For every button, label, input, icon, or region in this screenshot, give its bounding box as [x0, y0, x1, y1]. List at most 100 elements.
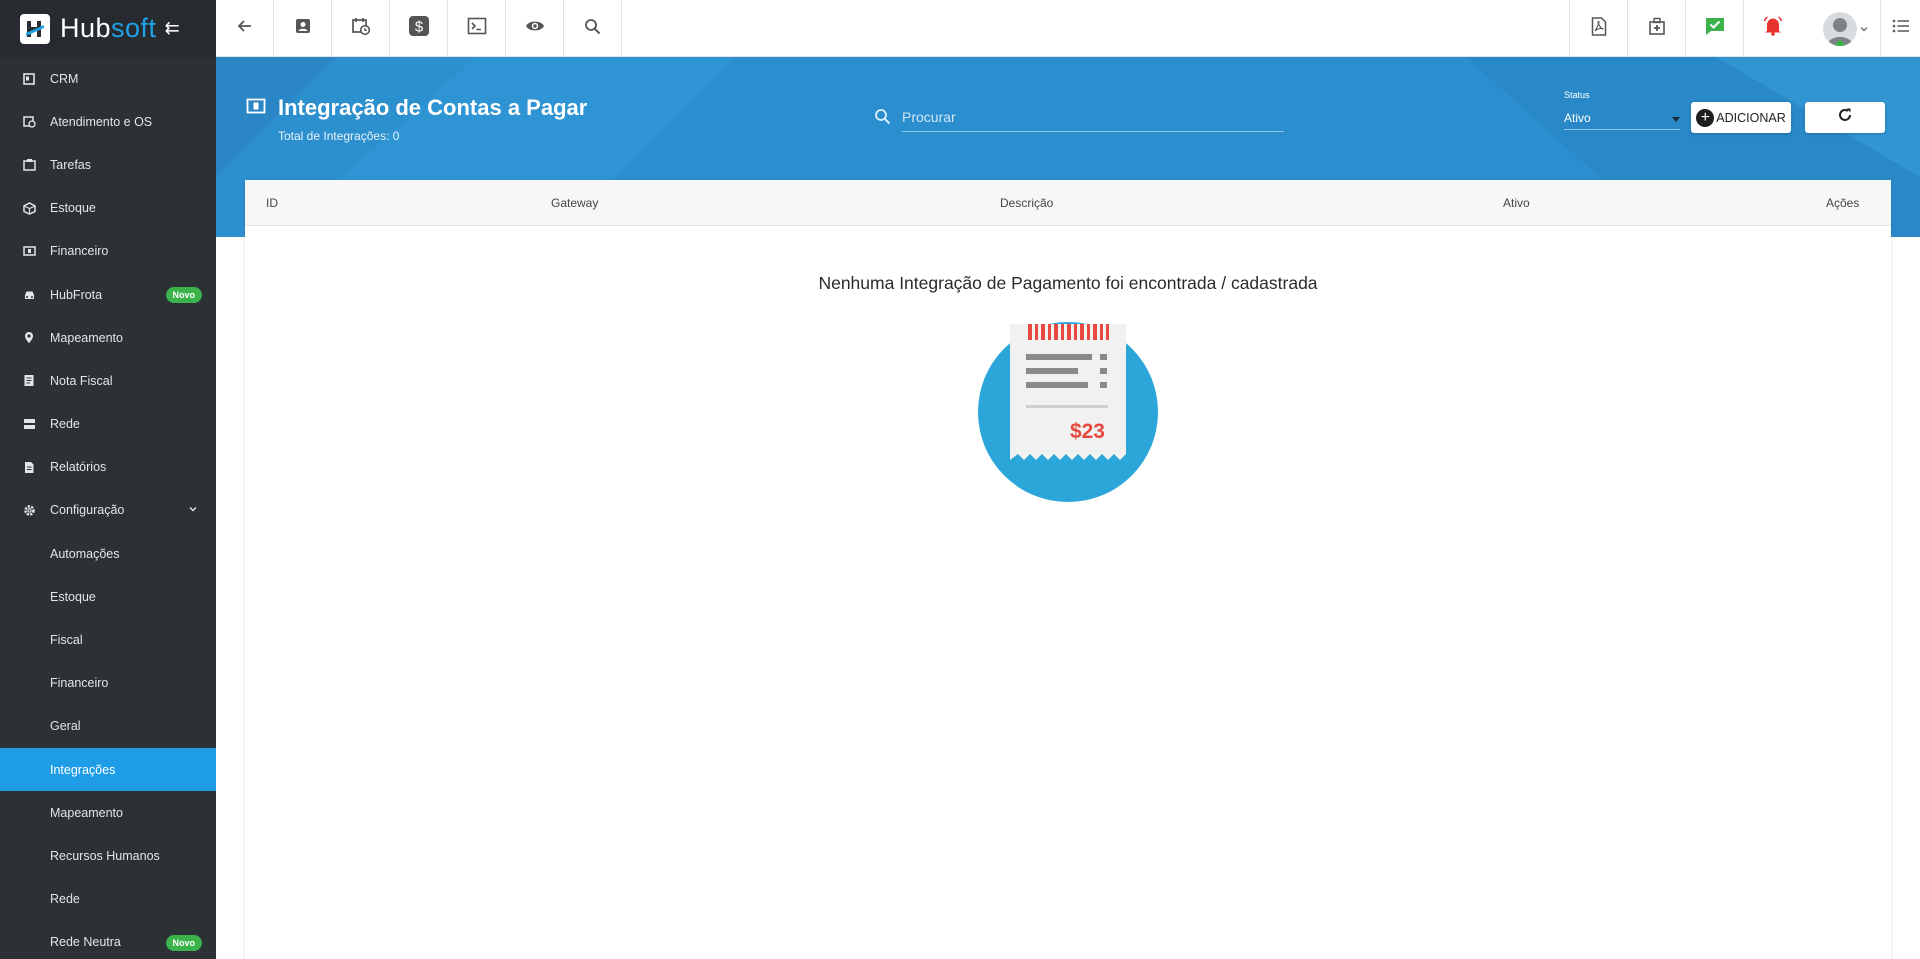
terminal-icon: [467, 17, 487, 40]
search-button[interactable]: [564, 0, 622, 57]
sidebar-subitem-automacoes[interactable]: Automações: [0, 532, 216, 575]
page-title: Integração de Contas a Pagar: [278, 95, 588, 120]
money-icon: [246, 97, 266, 120]
topbar: $: [216, 0, 1920, 57]
brand-header: Hubsoft ⇇: [0, 0, 216, 57]
sidebar-subitem-financeiro[interactable]: Financeiro: [0, 662, 216, 705]
column-header-id[interactable]: ID: [266, 196, 278, 210]
collapse-sidebar-icon[interactable]: ⇇: [165, 18, 180, 39]
chat-check-icon: [1705, 17, 1725, 41]
svg-text:$: $: [414, 19, 423, 36]
sidebar-subitem-label: Integrações: [50, 762, 116, 777]
gear-icon: [22, 503, 36, 517]
alerts-button[interactable]: [1743, 0, 1801, 57]
sidebar-item-mapeamento[interactable]: Mapeamento: [0, 316, 216, 359]
page-title-group: Integração de Contas a Pagar: [246, 95, 587, 121]
sidebar-subitem-integracoes[interactable]: Integrações: [0, 748, 216, 792]
receipt-illustration: $23: [976, 320, 1160, 509]
hubsoft-logo: [20, 13, 50, 44]
sidebar-item-label: Configuração: [50, 503, 125, 518]
dropdown-arrow-icon: [1672, 111, 1680, 125]
sidebar-item-label: Tarefas: [50, 157, 91, 172]
hospital-icon: [1648, 17, 1666, 40]
column-header-descricao[interactable]: Descrição: [1000, 196, 1053, 210]
report-icon: [22, 460, 36, 474]
schedule-button[interactable]: [332, 0, 390, 57]
sidebar-subitem-label: Financeiro: [50, 676, 109, 691]
sidebar-item-nota-fiscal[interactable]: Nota Fiscal: [0, 359, 216, 402]
status-select[interactable]: Ativo: [1564, 106, 1680, 130]
sidebar-subitem-label: Fiscal: [50, 633, 83, 648]
sidebar-subitem-geral[interactable]: Geral: [0, 705, 216, 748]
map-pin-icon: [22, 331, 36, 345]
sidebar-subitem-mapeamento[interactable]: Mapeamento: [0, 791, 216, 834]
add-circle-icon: +: [1696, 108, 1715, 127]
brand-name: Hubsoft: [60, 13, 157, 43]
sidebar-item-financeiro[interactable]: Financeiro: [0, 230, 216, 273]
column-header-ativo[interactable]: Ativo: [1503, 196, 1530, 210]
dollar-icon: $: [408, 15, 430, 42]
back-arrow-icon: [236, 17, 254, 40]
finance-button[interactable]: $: [390, 0, 448, 57]
sidebar-item-atendimento[interactable]: Atendimento e OS: [0, 100, 216, 143]
sidebar-subitem-rede[interactable]: Rede: [0, 878, 216, 921]
status-filter: Status Ativo: [1564, 90, 1680, 130]
eye-icon: [525, 19, 545, 38]
sidebar-item-label: Financeiro: [50, 244, 109, 259]
sidebar-subitem-label: Automações: [50, 546, 120, 561]
add-button[interactable]: + ADICIONAR: [1691, 102, 1791, 133]
terminal-button[interactable]: [448, 0, 506, 57]
sidebar-subitem-label: Geral: [50, 719, 81, 734]
main-menu-button[interactable]: [1880, 0, 1920, 57]
alarm-bell-icon: [1762, 16, 1784, 41]
search-icon: [584, 18, 601, 40]
money-icon: [22, 244, 36, 258]
chat-button[interactable]: [1685, 0, 1743, 57]
calendar-clock-icon: [351, 16, 371, 41]
sidebar-item-configuracao[interactable]: Configuração: [0, 489, 216, 532]
sidebar-item-crm[interactable]: CRM: [0, 57, 216, 100]
pdf-icon: [1591, 16, 1607, 41]
refresh-button[interactable]: [1805, 102, 1885, 133]
sidebar-item-hubfrota[interactable]: HubFrota Novo: [0, 273, 216, 316]
avatar: [1822, 11, 1857, 46]
menu-list-icon: [1892, 19, 1910, 38]
health-button[interactable]: [1627, 0, 1685, 57]
contacts-button[interactable]: [274, 0, 332, 57]
pdf-button[interactable]: [1569, 0, 1627, 57]
chevron-down-icon: [1860, 20, 1868, 38]
add-button-label: ADICIONAR: [1716, 110, 1786, 125]
sidebar-item-estoque[interactable]: Estoque: [0, 187, 216, 230]
sidebar-item-relatorios[interactable]: Relatórios: [0, 446, 216, 489]
sidebar-item-label: Relatórios: [50, 460, 107, 475]
sidebar-item-label: Mapeamento: [50, 330, 123, 345]
search-input[interactable]: [902, 102, 1284, 132]
table-header: ID Gateway Descrição Ativo Ações: [245, 180, 1891, 226]
sidebar-subitem-fiscal[interactable]: Fiscal: [0, 618, 216, 661]
new-badge: Novo: [165, 934, 202, 951]
service-icon: [22, 115, 36, 129]
status-value: Ativo: [1564, 110, 1591, 125]
sidebar-subitem-estoque[interactable]: Estoque: [0, 575, 216, 618]
sidebar-item-label: Nota Fiscal: [50, 373, 113, 388]
sidebar-item-rede[interactable]: Rede: [0, 403, 216, 446]
network-icon: [22, 417, 36, 431]
user-menu[interactable]: [1810, 0, 1880, 57]
sidebar-subitem-recursos-humanos[interactable]: Recursos Humanos: [0, 834, 216, 877]
status-label: Status: [1564, 90, 1590, 100]
integrations-table-card: ID Gateway Descrição Ativo Ações Nenhuma…: [245, 180, 1891, 959]
sidebar-item-label: Rede: [50, 417, 80, 432]
view-button[interactable]: [506, 0, 564, 57]
sidebar-item-label: Estoque: [50, 201, 96, 216]
chevron-down-icon: [188, 503, 198, 517]
receipt-amount: $23: [1070, 420, 1105, 443]
column-header-gateway[interactable]: Gateway: [551, 196, 598, 210]
page-subtitle: Total de Integrações: 0: [278, 129, 400, 143]
sidebar-subitem-rede-neutra[interactable]: Rede Neutra Novo: [0, 921, 216, 959]
sidebar-subitem-label: Mapeamento: [50, 805, 123, 820]
sidebar-item-label: Atendimento e OS: [50, 114, 153, 129]
sidebar-item-tarefas[interactable]: Tarefas: [0, 143, 216, 186]
invoice-icon: [22, 374, 36, 388]
back-button[interactable]: [216, 0, 274, 57]
new-badge: Novo: [165, 286, 202, 303]
